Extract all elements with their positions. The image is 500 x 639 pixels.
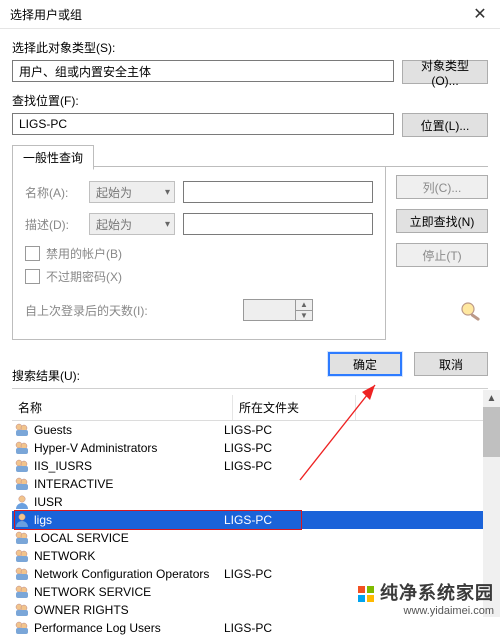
location-button[interactable]: 位置(L)... — [402, 113, 488, 137]
row-name: Guests — [34, 423, 224, 437]
group-icon — [14, 422, 30, 438]
object-type-value: 用户、组或内置安全主体 — [12, 60, 394, 82]
group-icon — [14, 548, 30, 564]
window-title: 选择用户或组 — [10, 6, 82, 23]
chevron-down-icon: ▾ — [165, 219, 170, 230]
watermark-icon — [356, 584, 376, 604]
stop-button[interactable]: 停止(T) — [396, 243, 488, 267]
name-input[interactable] — [183, 181, 373, 203]
row-folder: LIGS-PC — [224, 441, 334, 455]
row-name: Hyper-V Administrators — [34, 441, 224, 455]
group-icon — [14, 566, 30, 582]
scroll-thumb[interactable] — [483, 407, 500, 457]
row-folder: LIGS-PC — [224, 423, 334, 437]
row-folder: LIGS-PC — [224, 621, 334, 635]
name-match-combo[interactable]: 起始为 ▾ — [89, 181, 175, 203]
spinner-down-icon[interactable]: ▼ — [296, 311, 312, 321]
close-icon: ✕ — [473, 4, 486, 24]
desc-match-value: 起始为 — [96, 216, 132, 233]
separator — [12, 388, 488, 389]
group-icon — [14, 440, 30, 456]
spinner-up-icon[interactable]: ▲ — [296, 300, 312, 311]
group-icon — [14, 584, 30, 600]
desc-label: 描述(D): — [25, 216, 81, 233]
row-folder: LIGS-PC — [224, 513, 334, 527]
table-row[interactable]: Hyper-V AdministratorsLIGS-PC — [12, 439, 488, 457]
days-spinner[interactable]: ▲ ▼ — [243, 299, 313, 321]
find-now-button[interactable]: 立即查找(N) — [396, 209, 488, 233]
row-name: INTERACTIVE — [34, 477, 224, 491]
chevron-down-icon: ▾ — [165, 187, 170, 198]
user-icon — [14, 494, 30, 510]
days-since-login-label: 自上次登录后的天数(I): — [25, 302, 233, 319]
name-match-value: 起始为 — [96, 184, 132, 201]
group-icon — [14, 458, 30, 474]
group-icon — [14, 620, 30, 636]
results-label: 搜索结果(U): — [12, 367, 80, 384]
spinner-buttons[interactable]: ▲ ▼ — [295, 300, 312, 320]
name-label: 名称(A): — [25, 184, 81, 201]
row-folder: LIGS-PC — [224, 459, 334, 473]
row-name: NETWORK SERVICE — [34, 585, 224, 599]
watermark-text-1: 纯净系统家园 — [380, 583, 494, 603]
row-name: LOCAL SERVICE — [34, 531, 224, 545]
search-icon — [458, 300, 486, 322]
desc-match-combo[interactable]: 起始为 ▾ — [89, 213, 175, 235]
disabled-accounts-checkbox[interactable] — [25, 246, 40, 261]
group-icon — [14, 476, 30, 492]
table-row[interactable]: IIS_IUSRSLIGS-PC — [12, 457, 488, 475]
scroll-up-icon[interactable]: ▲ — [483, 390, 500, 407]
col-name[interactable]: 名称 — [12, 395, 233, 420]
table-row[interactable]: NETWORK — [12, 547, 488, 565]
table-row[interactable]: Performance Log UsersLIGS-PC — [12, 619, 488, 637]
ok-button[interactable]: 确定 — [328, 352, 402, 376]
nonexpire-password-label: 不过期密码(X) — [46, 268, 122, 285]
location-value: LIGS-PC — [12, 113, 394, 135]
location-label: 查找位置(F): — [12, 92, 488, 109]
group-icon — [14, 602, 30, 618]
row-name: IIS_IUSRS — [34, 459, 224, 473]
row-name: NETWORK — [34, 549, 224, 563]
query-panel: 名称(A): 起始为 ▾ 描述(D): 起始为 ▾ 禁用的帐户(B) — [12, 167, 386, 340]
watermark-text-2: www.yidaimei.com — [356, 605, 494, 617]
row-name: Network Configuration Operators — [34, 567, 224, 581]
row-name: IUSR — [34, 495, 224, 509]
table-row[interactable]: GuestsLIGS-PC — [12, 421, 488, 439]
row-name: OWNER RIGHTS — [34, 603, 224, 617]
col-folder[interactable]: 所在文件夹 — [233, 395, 356, 420]
row-name: ligs — [34, 513, 224, 527]
tab-strip: 一般性查询 — [12, 145, 488, 167]
row-name: Performance Log Users — [34, 621, 224, 635]
object-type-label: 选择此对象类型(S): — [12, 39, 488, 56]
user-icon — [14, 512, 30, 528]
close-button[interactable]: ✕ — [460, 0, 500, 28]
table-row[interactable]: IUSR — [12, 493, 488, 511]
results-header: 名称 所在文件夹 — [12, 395, 488, 421]
row-folder: LIGS-PC — [224, 567, 334, 581]
titlebar: 选择用户或组 ✕ — [0, 0, 500, 29]
table-row[interactable]: ligsLIGS-PC — [12, 511, 488, 529]
group-icon — [14, 530, 30, 546]
disabled-accounts-label: 禁用的帐户(B) — [46, 245, 122, 262]
table-row[interactable]: LOCAL SERVICE — [12, 529, 488, 547]
desc-input[interactable] — [183, 213, 373, 235]
nonexpire-password-checkbox[interactable] — [25, 269, 40, 284]
cancel-button[interactable]: 取消 — [414, 352, 488, 376]
columns-button[interactable]: 列(C)... — [396, 175, 488, 199]
watermark: 纯净系统家园 www.yidaimei.com — [356, 579, 494, 617]
object-type-button[interactable]: 对象类型(O)... — [402, 60, 488, 84]
table-row[interactable]: INTERACTIVE — [12, 475, 488, 493]
